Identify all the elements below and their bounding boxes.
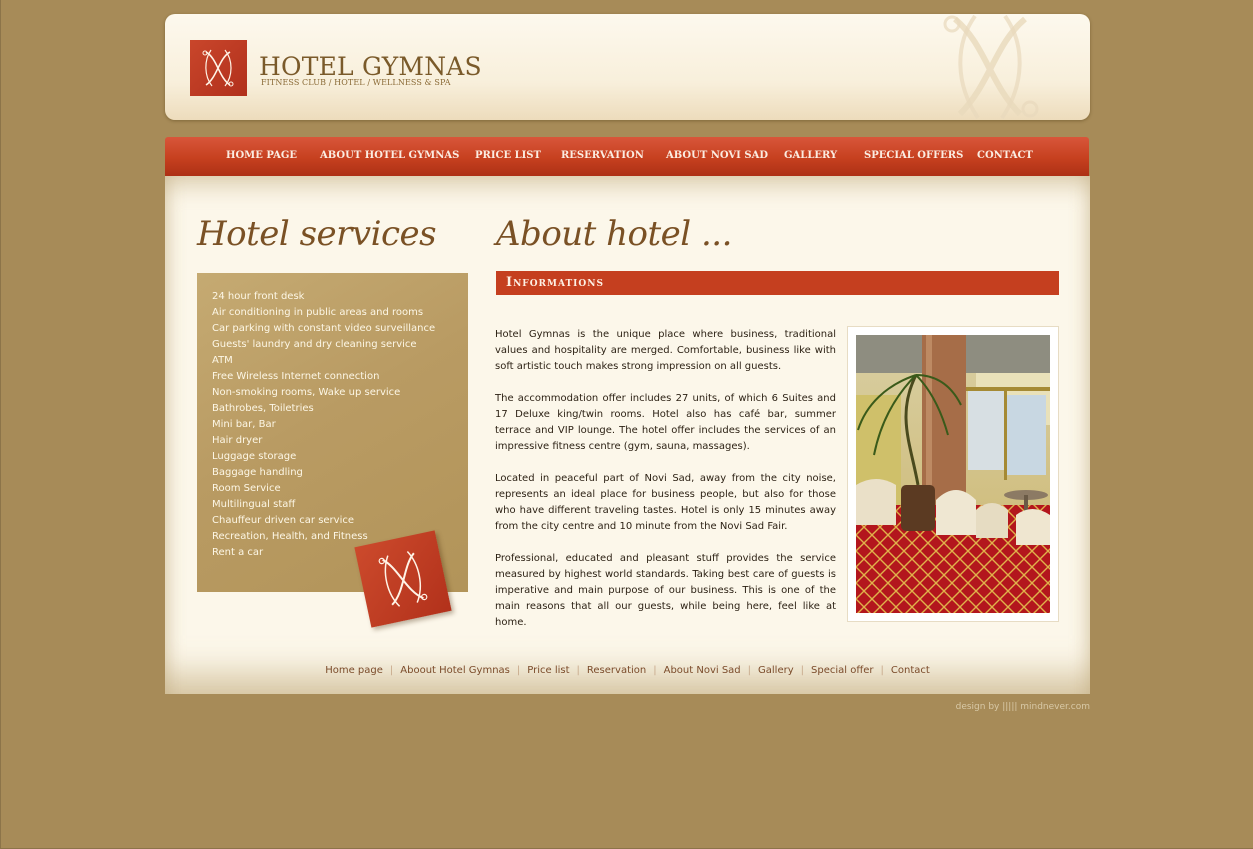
footer-separator: | — [800, 665, 805, 676]
service-item: Luggage storage — [212, 451, 297, 462]
monogram-watermark-icon — [943, 14, 1039, 120]
about-paragraph: Located in peaceful part of Novi Sad, aw… — [495, 473, 836, 532]
footer-separator: | — [880, 665, 884, 676]
footer-separator: | — [516, 665, 521, 676]
service-item: Air conditioning in public areas and roo… — [212, 307, 424, 318]
hotel-lounge-photo — [856, 335, 1050, 613]
footer-link-price-list[interactable]: Price list — [527, 665, 569, 676]
nav-item-special-offers[interactable]: SPECIAL OFFERS — [864, 150, 963, 161]
services-list: 24 hour front desk Air conditioning in p… — [212, 289, 435, 561]
about-hotel-heading: About hotel ... — [496, 214, 732, 254]
footer-link-home-page[interactable]: Home page — [325, 665, 383, 676]
service-item: 24 hour front desk — [212, 291, 305, 302]
service-item: Guests' laundry and dry cleaning service — [212, 339, 417, 350]
footer-separator: | — [389, 665, 394, 676]
about-paragraph: Professional, educated and pleasant stuf… — [495, 553, 836, 628]
nav-item-about-hotel-gymnas[interactable]: ABOUT HOTEL GYMNAS — [320, 150, 459, 161]
service-item: Non-smoking rooms, Wake up service — [212, 387, 401, 398]
footer-link-contact[interactable]: Contact — [891, 665, 930, 676]
designer-credit[interactable]: design by ||||| mindnever.com — [949, 702, 1090, 712]
site-header: HOTEL GYMNAS FITNESS CLUB / HOTEL / WELL… — [165, 14, 1090, 120]
footer-separator: | — [576, 665, 580, 676]
service-item: Multilingual staff — [212, 499, 296, 510]
service-item: Mini bar, Bar — [212, 419, 276, 430]
footer-link-about-novi-sad[interactable]: About Novi Sad — [664, 665, 741, 676]
window-border-left — [0, 0, 1, 849]
monogram-stamp-icon — [354, 530, 452, 628]
brand-tagline: FITNESS CLUB / HOTEL / WELLNESS & SPA — [261, 78, 451, 87]
service-item: Chauffeur driven car service — [212, 515, 355, 526]
service-item: Car parking with constant video surveill… — [212, 323, 436, 334]
main-navigation: HOME PAGE ABOUT HOTEL GYMNAS PRICE LIST … — [165, 137, 1089, 176]
nav-item-gallery[interactable]: GALLERY — [784, 150, 837, 161]
content-panel: Hotel services 24 hour front desk Air co… — [165, 176, 1090, 694]
about-paragraph: Hotel Gymnas is the unique place where b… — [495, 329, 836, 372]
footer-link-about-hotel-gymnas[interactable]: Aboout Hotel Gymnas — [400, 665, 510, 676]
about-text: Hotel Gymnas is the unique place where b… — [495, 327, 836, 647]
nav-item-reservation[interactable]: RESERVATION — [561, 150, 644, 161]
informations-title: Informations — [506, 275, 604, 290]
footer-separator: | — [653, 665, 657, 676]
about-paragraph: The accommodation offer includes 27 unit… — [495, 393, 836, 452]
nav-item-contact[interactable]: CONTACT — [977, 150, 1033, 161]
footer-link-reservation[interactable]: Reservation — [587, 665, 646, 676]
informations-bar: Informations — [496, 271, 1059, 295]
service-item: Baggage handling — [212, 467, 303, 478]
hotel-lounge-photo-frame — [847, 326, 1059, 622]
footer-separator: | — [747, 665, 752, 676]
monogram-logo-icon[interactable] — [190, 40, 247, 96]
footer-link-special-offer[interactable]: Special offer — [811, 665, 873, 676]
service-item: Hair dryer — [212, 435, 263, 446]
nav-item-about-novi-sad[interactable]: ABOUT NOVI SAD — [666, 150, 768, 161]
service-item: Bathrobes, Toiletries — [212, 403, 314, 414]
footer-links: Home page | Aboout Hotel Gymnas | Price list… — [165, 665, 1090, 676]
footer-link-gallery[interactable]: Gallery — [758, 665, 794, 676]
service-item: Room Service — [212, 483, 281, 494]
service-item: ATM — [212, 355, 233, 366]
nav-item-home-page[interactable]: HOME PAGE — [226, 150, 297, 161]
service-item: Free Wireless Internet connection — [212, 371, 380, 382]
hotel-services-heading: Hotel services — [197, 214, 437, 254]
nav-item-price-list[interactable]: PRICE LIST — [475, 150, 541, 161]
